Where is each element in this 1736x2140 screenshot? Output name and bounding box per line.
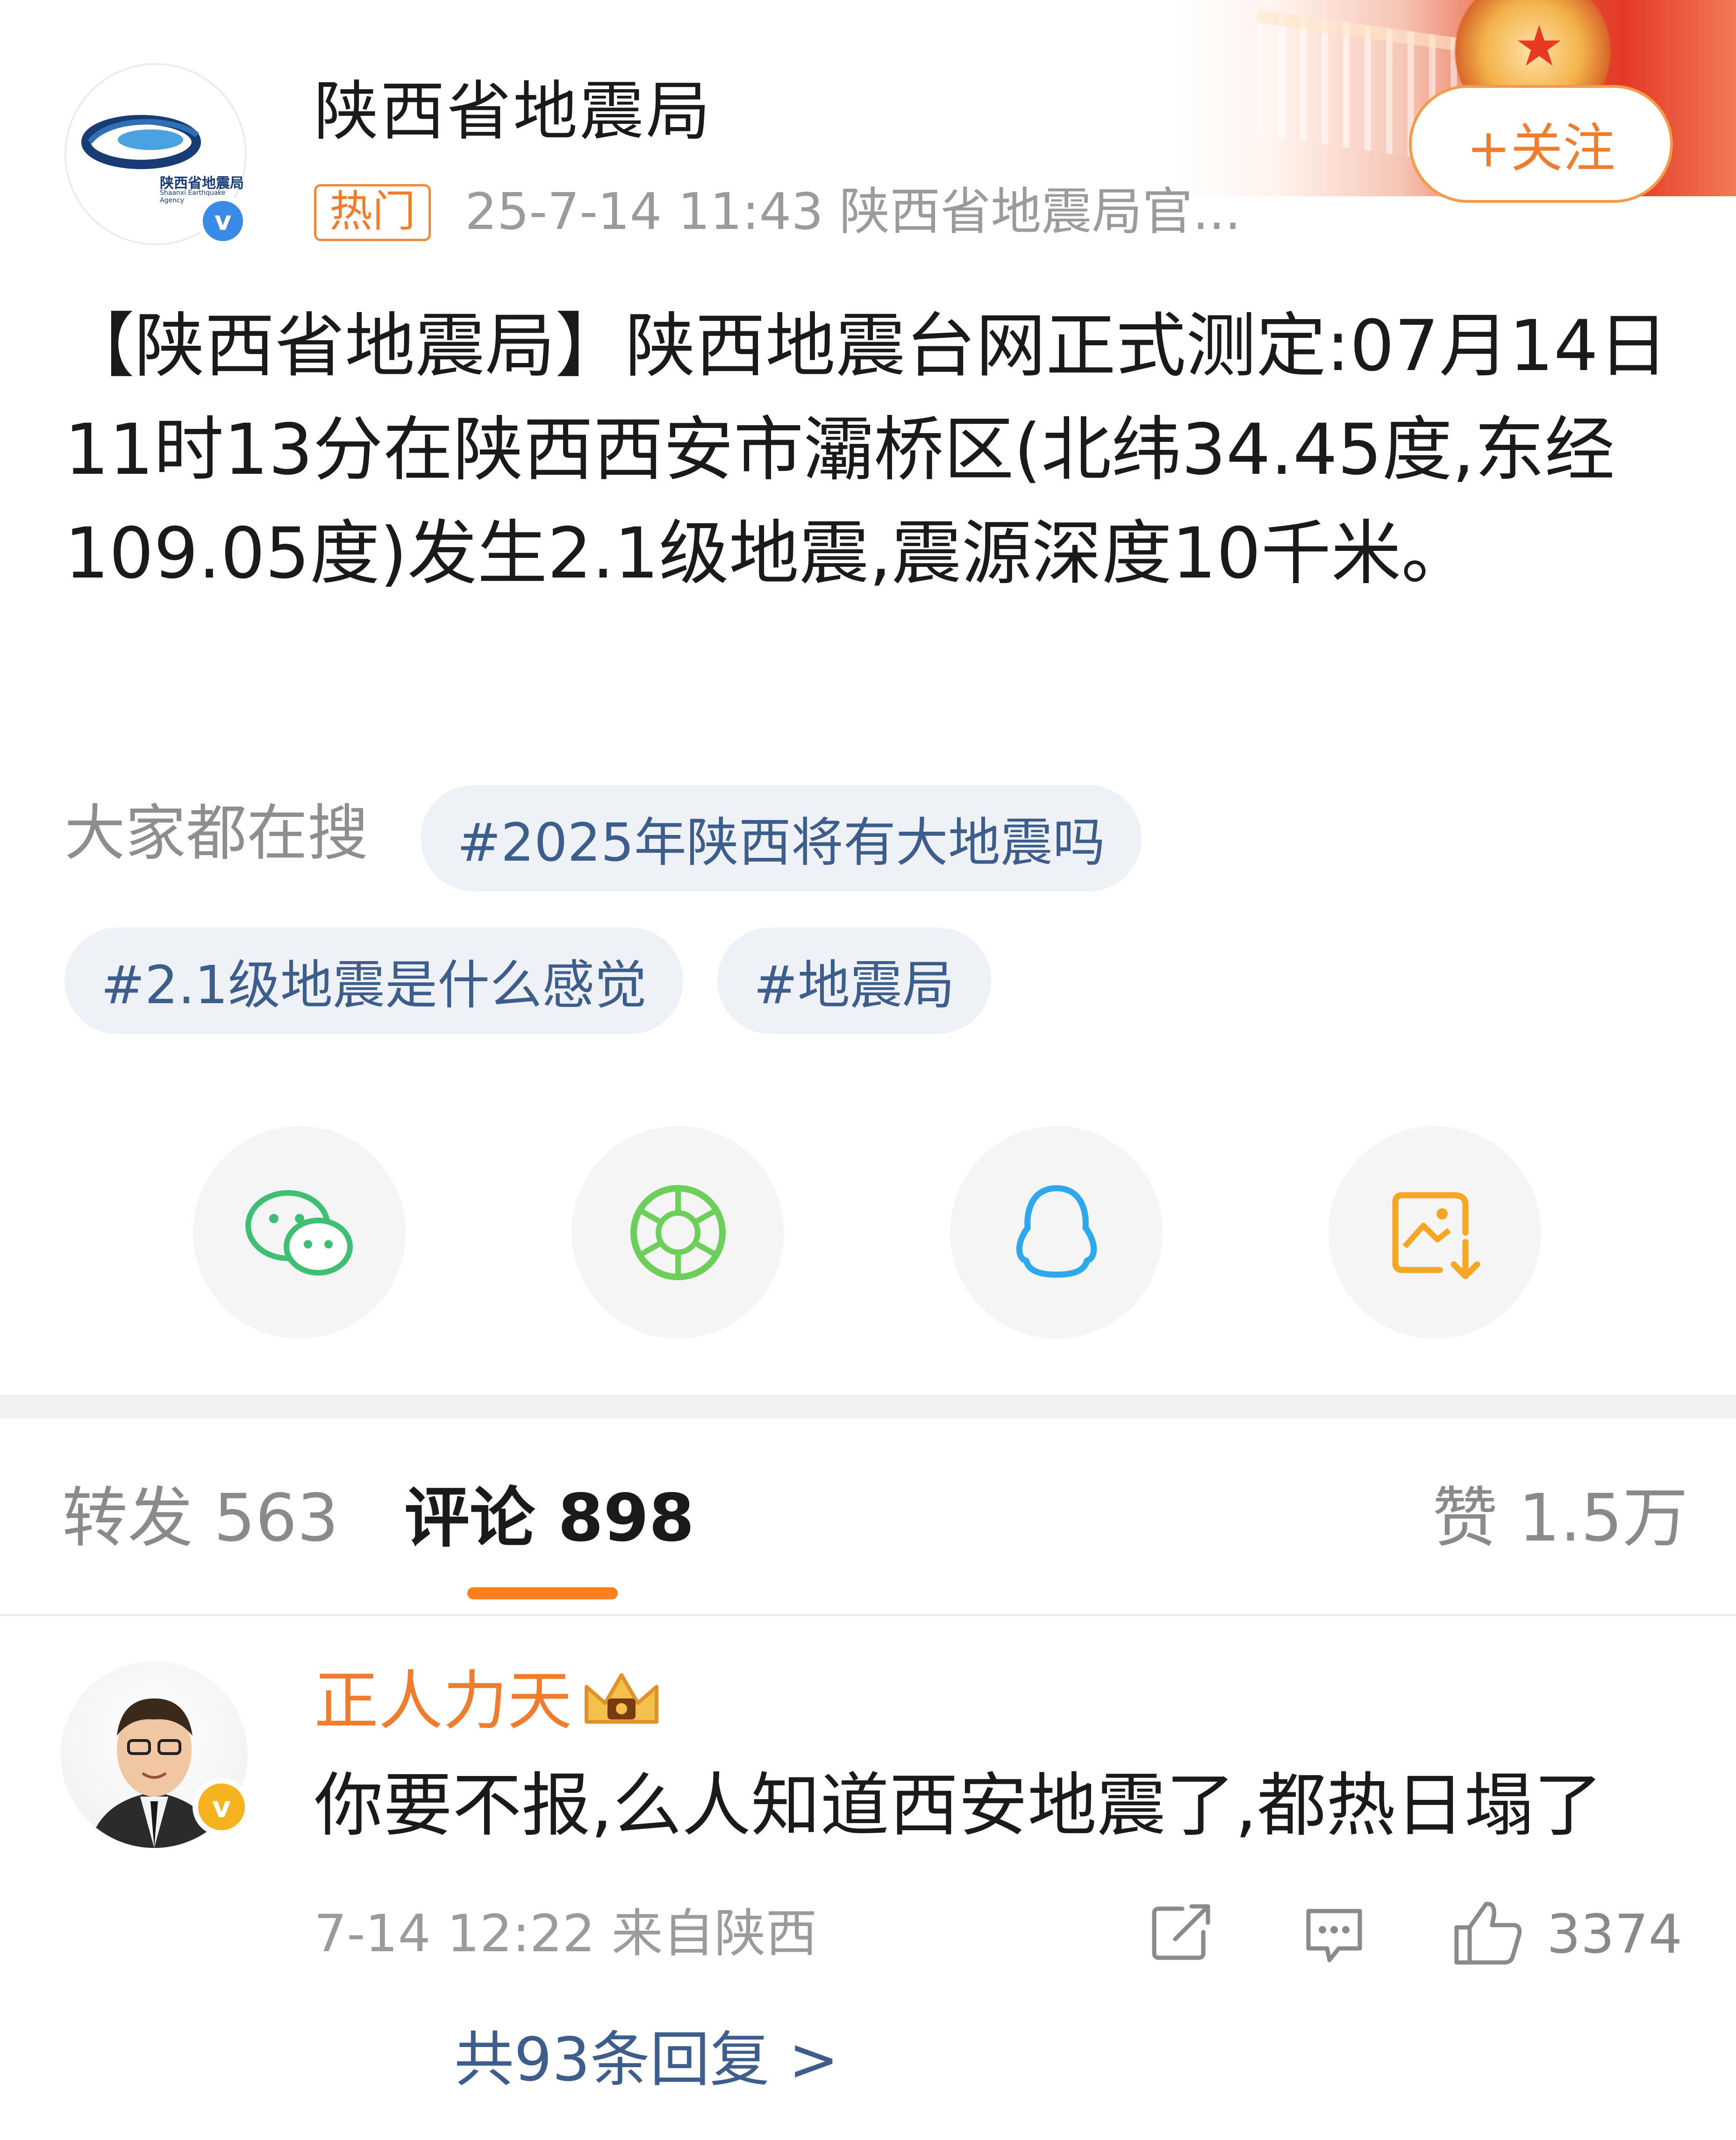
tabs-divider: [0, 1614, 1736, 1616]
tab-comments[interactable]: 评论 898: [404, 1486, 694, 1551]
search-tag[interactable]: #地震局: [717, 927, 991, 1034]
commenter-name[interactable]: 正人力天: [314, 1669, 572, 1733]
verified-blue-icon: v: [197, 195, 249, 247]
search-tag[interactable]: #2.1级地震是什么感觉: [64, 927, 683, 1034]
post-meta: 25-7-14 11:43 陕西省地震局官...: [465, 183, 1241, 241]
search-label: 大家都在搜: [64, 798, 369, 869]
tab-likes[interactable]: 赞 1.5万: [1432, 1486, 1688, 1551]
share-wechat-button[interactable]: [193, 1126, 406, 1339]
follow-button[interactable]: +关注: [1409, 85, 1673, 203]
search-tag[interactable]: #2025年陕西将有大地震吗: [421, 785, 1142, 892]
share-qq-button[interactable]: [950, 1126, 1163, 1339]
comment-text: 你要不报,么人知道西安地震了,都热日塌了: [314, 1765, 1603, 1846]
verified-gold-icon: v: [193, 1778, 250, 1836]
section-divider: [0, 1395, 1736, 1418]
crown-badge-icon: [585, 1673, 658, 1724]
earthquake-agency-logo-icon: [81, 115, 201, 169]
moments-icon: [630, 1184, 726, 1280]
qq-icon: [1016, 1185, 1097, 1277]
save-image-icon: [1392, 1192, 1480, 1279]
share-icon[interactable]: [1150, 1902, 1215, 1962]
share-save-image-button[interactable]: [1329, 1126, 1541, 1339]
wechat-icon: [245, 1190, 353, 1276]
tab-repost[interactable]: 转发 563: [62, 1486, 339, 1551]
like-thumb-icon[interactable]: [1451, 1897, 1526, 1967]
share-moments-button[interactable]: [572, 1126, 784, 1339]
view-replies-link[interactable]: 共93条回复 >: [454, 2030, 839, 2090]
hot-badge: 热门: [314, 184, 431, 241]
author-name[interactable]: 陕西省地震局: [314, 79, 712, 144]
comment-meta: 7-14 12:22 来自陕西: [314, 1904, 817, 1963]
post-text: 【陕西省地震局】陕西地震台网正式测定:07月14日11时13分在陕西西安市灞桥区…: [64, 306, 1669, 594]
like-count: 3374: [1547, 1903, 1683, 1965]
active-tab-indicator: [467, 1587, 618, 1599]
comment-icon[interactable]: [1301, 1904, 1367, 1965]
